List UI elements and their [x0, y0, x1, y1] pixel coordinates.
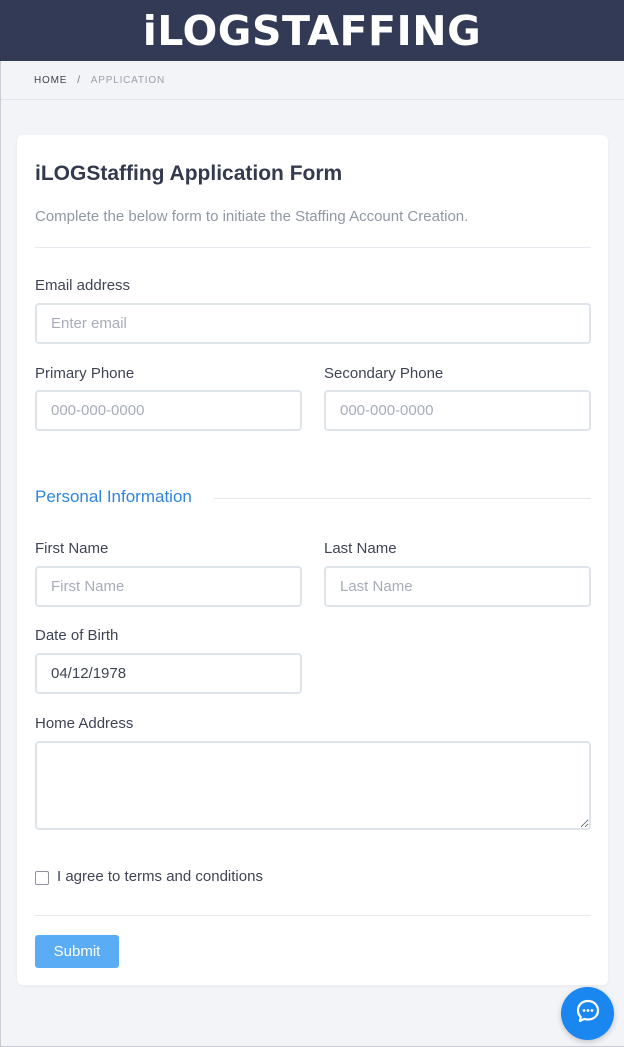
- email-field[interactable]: [35, 303, 591, 344]
- secondary-phone-label: Secondary Phone: [324, 365, 444, 382]
- top-header: iLOGSTAFFING: [0, 0, 624, 61]
- section-divider: [214, 498, 591, 499]
- submit-button[interactable]: Submit: [35, 935, 119, 968]
- home-address-label: Home Address: [35, 715, 134, 732]
- form-subtitle: Complete the below form to initiate the …: [35, 208, 469, 225]
- dob-field[interactable]: [35, 653, 302, 694]
- last-name-field[interactable]: [324, 566, 591, 607]
- window-left-border: [0, 61, 1, 1047]
- brand-logo: iLOGSTAFFING: [142, 6, 482, 55]
- primary-phone-field[interactable]: [35, 390, 302, 431]
- header-divider: [35, 247, 591, 248]
- breadcrumb-current: APPLICATION: [90, 74, 165, 86]
- form-title: iLOGStaffing Application Form: [35, 162, 343, 185]
- chat-bubble-icon: [575, 998, 601, 1029]
- dob-label: Date of Birth: [35, 627, 119, 644]
- application-form-card: iLOGStaffing Application Form Complete t…: [17, 135, 608, 985]
- email-label: Email address: [35, 277, 131, 294]
- primary-phone-label: Primary Phone: [35, 365, 135, 382]
- breadcrumb-separator: /: [77, 74, 81, 86]
- secondary-phone-field[interactable]: [324, 390, 591, 431]
- home-address-field[interactable]: [35, 741, 591, 830]
- terms-label[interactable]: I agree to terms and conditions: [57, 868, 263, 885]
- first-name-field[interactable]: [35, 566, 302, 607]
- first-name-label: First Name: [35, 540, 109, 557]
- personal-information-heading: Personal Information: [35, 487, 192, 506]
- chat-button[interactable]: [561, 987, 614, 1040]
- breadcrumb: HOME / APPLICATION: [0, 61, 624, 100]
- terms-checkbox[interactable]: [35, 871, 49, 885]
- breadcrumb-home-link[interactable]: HOME: [34, 75, 67, 86]
- footer-divider: [35, 915, 591, 916]
- last-name-label: Last Name: [324, 540, 397, 557]
